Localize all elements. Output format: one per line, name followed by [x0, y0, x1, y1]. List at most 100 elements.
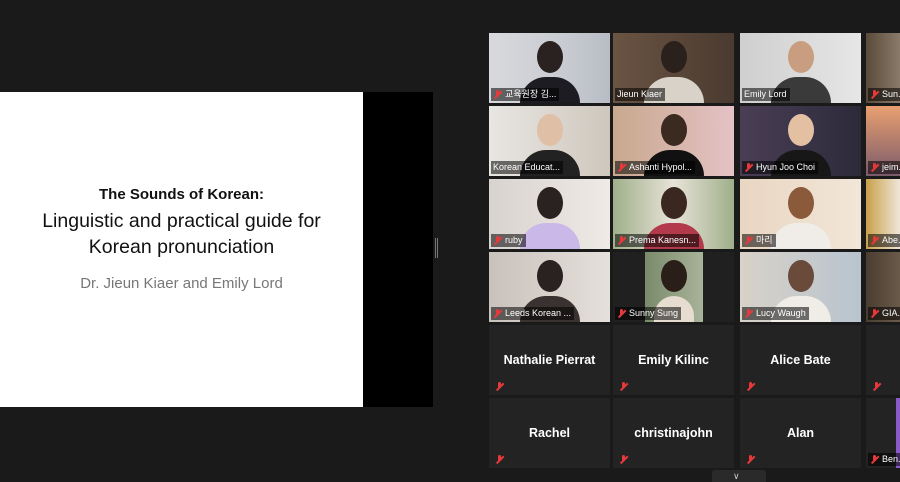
- participant-name-text: Ashanti Hypol...: [629, 162, 693, 172]
- participant-tile[interactable]: Leeds Korean ...: [489, 252, 610, 322]
- participant-tile[interactable]: 교육원장 김...: [489, 33, 610, 103]
- participant-head: [660, 187, 687, 219]
- participant-name-text: 마리: [756, 235, 773, 245]
- participant-name: Korean Educat...: [491, 161, 564, 174]
- participant-name-text: ruby: [505, 235, 523, 245]
- participant-name: 마리: [742, 234, 776, 247]
- muted-microphone-icon: [872, 382, 881, 391]
- slide-subtitle: Linguistic and practical guide for Korea…: [0, 208, 363, 260]
- participant-head: [787, 187, 814, 219]
- participant-name: christinajohn: [634, 426, 713, 440]
- participant-name: Hyun Joo Choi: [742, 161, 819, 174]
- participant-name: Lucy Waugh: [742, 307, 809, 320]
- participant-head: [787, 41, 814, 73]
- participant-name-text: jeim...: [882, 162, 900, 172]
- chevron-down-icon: ∨: [733, 471, 740, 481]
- participant-tile[interactable]: Lucy Waugh: [740, 252, 861, 322]
- muted-microphone-icon: [870, 90, 879, 99]
- participant-tile[interactable]: GIA...: [866, 252, 900, 322]
- participant-head: [536, 41, 563, 73]
- participant-tile[interactable]: Rachel: [489, 398, 610, 468]
- muted-microphone-icon: [744, 163, 753, 172]
- participant-name-text: Ben...: [882, 454, 900, 464]
- muted-microphone-icon: [493, 90, 502, 99]
- participant-tile[interactable]: Korean Educat...: [489, 106, 610, 176]
- participant-tile[interactable]: Alice Bate: [740, 325, 861, 395]
- muted-microphone-icon: [617, 236, 626, 245]
- participant-name: 교육원장 김...: [491, 88, 560, 101]
- muted-microphone-icon: [744, 309, 753, 318]
- participant-name: Rachel: [529, 426, 570, 440]
- participant-name-text: Lucy Waugh: [756, 308, 806, 318]
- screen-share-area: The Sounds of Korean: Linguistic and pra…: [0, 0, 485, 482]
- participant-head: [536, 114, 563, 146]
- participant-tile[interactable]: 마리: [740, 179, 861, 249]
- participant-name: Abe...: [868, 234, 900, 247]
- participant-tile[interactable]: Emily Kilinc: [613, 325, 734, 395]
- muted-microphone-icon: [870, 236, 879, 245]
- muted-microphone-icon: [870, 163, 879, 172]
- participant-tile[interactable]: christinajohn: [613, 398, 734, 468]
- participant-name-text: Emily Lord: [744, 89, 787, 99]
- participant-tile[interactable]: Hyun Joo Choi: [740, 106, 861, 176]
- participant-name-text: Sunny Sung: [629, 308, 679, 318]
- participant-tile[interactable]: Nathalie Pierrat: [489, 325, 610, 395]
- participant-name: ruby: [491, 234, 526, 247]
- participant-name-text: Jieun Kiaer: [617, 89, 663, 99]
- participant-name: Emily Lord: [742, 88, 790, 101]
- muted-microphone-icon: [493, 236, 502, 245]
- muted-microphone-icon: [746, 455, 755, 464]
- slide-subtitle-line-1: Linguistic and practical guide for: [42, 210, 321, 232]
- participant-head: [787, 260, 814, 292]
- participant-head: [787, 114, 814, 146]
- slide-title: The Sounds of Korean:: [99, 186, 264, 203]
- participant-tile[interactable]: Prema Kanesn...: [613, 179, 734, 249]
- participant-name: Leeds Korean ...: [491, 307, 575, 320]
- participant-name-text: GIA...: [882, 308, 900, 318]
- muted-microphone-icon: [617, 309, 626, 318]
- participant-name: Ben...: [868, 453, 900, 466]
- participant-tile[interactable]: ruby: [489, 179, 610, 249]
- participant-head: [536, 260, 563, 292]
- splitter-handle[interactable]: [435, 238, 438, 258]
- muted-microphone-icon: [495, 455, 504, 464]
- muted-microphone-icon: [619, 382, 628, 391]
- muted-microphone-icon: [617, 163, 626, 172]
- participant-tile[interactable]: jeim...: [866, 106, 900, 176]
- participant-head: [660, 41, 687, 73]
- muted-microphone-icon: [746, 382, 755, 391]
- gallery-page-handle[interactable]: ∨: [712, 470, 766, 482]
- muted-microphone-icon: [619, 455, 628, 464]
- participant-tile[interactable]: Abe...: [866, 179, 900, 249]
- participant-name: Sun...: [868, 88, 900, 101]
- participant-name: Sunny Sung: [615, 307, 682, 320]
- participant-tile[interactable]: Ashanti Hypol...: [613, 106, 734, 176]
- participant-name-text: Leeds Korean ...: [505, 308, 572, 318]
- participant-name-text: 교육원장 김...: [505, 89, 557, 99]
- participant-tile[interactable]: [866, 325, 900, 395]
- participant-tile-active-speaker[interactable]: Jieun Kiaer: [613, 33, 734, 103]
- muted-microphone-icon: [744, 236, 753, 245]
- slide-authors: Dr. Jieun Kiaer and Emily Lord: [80, 275, 283, 292]
- participant-tile[interactable]: Emily Lord: [740, 33, 861, 103]
- participant-tile[interactable]: Alan: [740, 398, 861, 468]
- participant-name: Alan: [786, 426, 815, 440]
- participant-name: GIA...: [868, 307, 900, 320]
- muted-microphone-icon: [870, 455, 879, 464]
- participant-name-text: Sun...: [882, 89, 900, 99]
- participant-name-text: Abe...: [882, 235, 900, 245]
- participant-tile[interactable]: Sun...: [866, 33, 900, 103]
- participant-head: [536, 187, 563, 219]
- slide-letterbox: [363, 92, 433, 407]
- participant-name: jeim...: [868, 161, 900, 174]
- participant-name-text: Korean Educat...: [493, 162, 561, 172]
- participant-tile[interactable]: Ben...: [866, 398, 900, 468]
- participant-name: Prema Kanesn...: [615, 234, 700, 247]
- muted-microphone-icon: [495, 382, 504, 391]
- participant-tile[interactable]: Sunny Sung: [613, 252, 734, 322]
- muted-microphone-icon: [870, 309, 879, 318]
- participant-name: Emily Kilinc: [638, 353, 709, 367]
- participant-name-text: Prema Kanesn...: [629, 235, 697, 245]
- participant-head: [660, 114, 687, 146]
- participant-head: [660, 260, 687, 292]
